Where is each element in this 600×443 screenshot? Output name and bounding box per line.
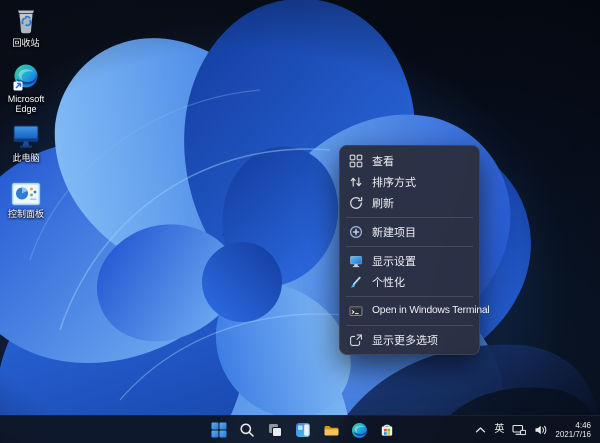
taskbar: 英 4:46 2021/7/16 bbox=[0, 415, 600, 443]
menu-separator bbox=[346, 217, 473, 218]
start-button[interactable] bbox=[207, 418, 231, 442]
menu-item-new[interactable]: 新建项目 bbox=[344, 221, 475, 242]
desktop-context-menu: 查看 排序方式 刷新 bbox=[339, 145, 480, 355]
refresh-icon bbox=[349, 196, 363, 210]
desktop-icon-label: 控制面板 bbox=[8, 209, 44, 219]
widgets-button[interactable] bbox=[291, 418, 315, 442]
edge-icon bbox=[351, 422, 368, 439]
language-indicator[interactable]: 英 bbox=[494, 425, 504, 435]
new-item-icon bbox=[349, 225, 363, 239]
start-icon bbox=[211, 422, 227, 438]
control-panel-icon bbox=[11, 176, 41, 206]
menu-item-view[interactable]: 查看 bbox=[344, 150, 475, 171]
desktop-icon-microsoft-edge[interactable]: Microsoft Edge bbox=[2, 61, 50, 114]
task-view-icon bbox=[267, 422, 283, 438]
desktop-icon-label: 此电脑 bbox=[12, 153, 39, 163]
menu-item-label: 显示设置 bbox=[372, 253, 416, 269]
desktop-icon-recycle-bin[interactable]: 回收站 bbox=[2, 5, 50, 48]
menu-item-label: 个性化 bbox=[372, 274, 405, 290]
menu-item-label: Open in Windows Terminal bbox=[372, 305, 489, 316]
network-icon bbox=[512, 424, 526, 436]
sort-icon bbox=[349, 175, 363, 189]
widgets-icon bbox=[295, 422, 311, 438]
chevron-up-icon bbox=[475, 425, 486, 435]
terminal-icon bbox=[349, 304, 363, 318]
menu-separator bbox=[346, 296, 473, 297]
taskbar-system-tray: 英 4:46 2021/7/16 bbox=[475, 416, 591, 443]
search-icon bbox=[239, 422, 255, 438]
desktop[interactable]: 回收站 Microsoft Edge bbox=[0, 0, 600, 443]
clock-time: 4:46 bbox=[555, 421, 591, 431]
network-button[interactable] bbox=[512, 424, 526, 436]
taskbar-center-icons bbox=[207, 416, 399, 443]
personalize-icon bbox=[349, 275, 363, 289]
menu-item-open-windows-terminal[interactable]: Open in Windows Terminal bbox=[344, 300, 475, 321]
view-icon bbox=[349, 154, 363, 168]
desktop-icon-label: 回收站 bbox=[12, 38, 39, 48]
menu-item-label: 新建项目 bbox=[372, 224, 416, 240]
display-settings-icon bbox=[349, 254, 363, 268]
search-button[interactable] bbox=[235, 418, 259, 442]
task-view-button[interactable] bbox=[263, 418, 287, 442]
this-pc-icon bbox=[12, 120, 40, 150]
file-explorer-icon bbox=[323, 422, 340, 438]
tray-chevron-button[interactable] bbox=[475, 425, 486, 435]
menu-item-display-settings[interactable]: 显示设置 bbox=[344, 250, 475, 271]
menu-separator bbox=[346, 325, 473, 326]
wallpaper-bloom bbox=[0, 0, 600, 443]
show-more-options-icon bbox=[349, 333, 363, 347]
edge-button[interactable] bbox=[347, 418, 371, 442]
volume-button[interactable] bbox=[534, 424, 547, 436]
menu-item-sort-by[interactable]: 排序方式 bbox=[344, 171, 475, 192]
store-button[interactable] bbox=[375, 418, 399, 442]
desktop-icon-label: Microsoft Edge bbox=[2, 94, 50, 114]
store-icon bbox=[379, 422, 395, 438]
menu-item-show-more-options[interactable]: 显示更多选项 bbox=[344, 329, 475, 350]
volume-icon bbox=[534, 424, 547, 436]
desktop-icon-control-panel[interactable]: 控制面板 bbox=[2, 176, 50, 219]
menu-item-label: 查看 bbox=[372, 153, 394, 169]
clock-date: 2021/7/16 bbox=[555, 430, 591, 440]
menu-item-label: 排序方式 bbox=[372, 174, 416, 190]
menu-item-label: 显示更多选项 bbox=[372, 332, 438, 348]
edge-icon bbox=[12, 61, 40, 91]
recycle-bin-icon bbox=[12, 5, 40, 35]
taskbar-clock[interactable]: 4:46 2021/7/16 bbox=[555, 421, 591, 440]
menu-item-personalize[interactable]: 个性化 bbox=[344, 271, 475, 292]
menu-separator bbox=[346, 246, 473, 247]
menu-item-label: 刷新 bbox=[372, 195, 394, 211]
desktop-icon-this-pc[interactable]: 此电脑 bbox=[2, 120, 50, 163]
file-explorer-button[interactable] bbox=[319, 418, 343, 442]
menu-item-refresh[interactable]: 刷新 bbox=[344, 192, 475, 213]
